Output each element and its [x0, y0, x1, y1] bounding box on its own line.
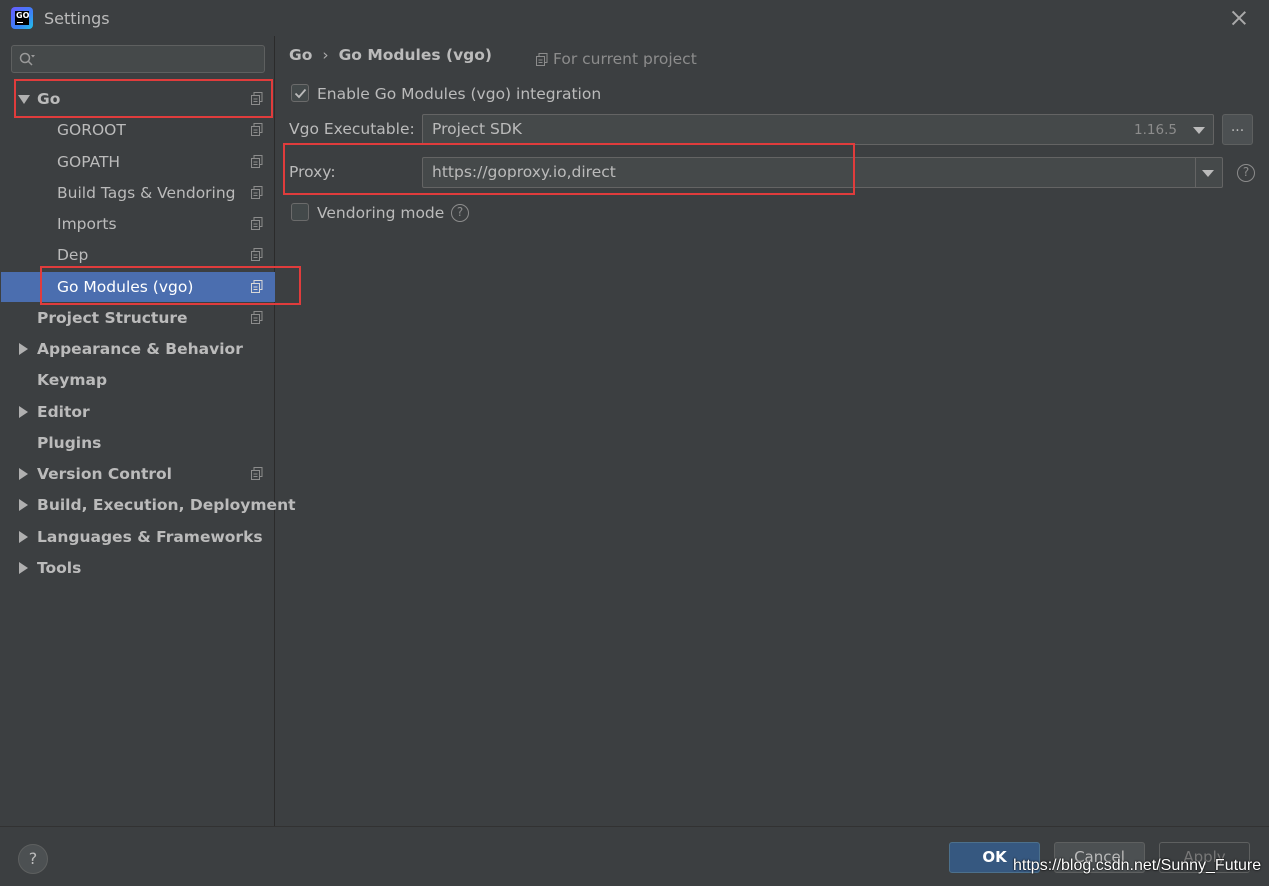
project-scope-icon [251, 217, 263, 230]
checkmark-icon [294, 88, 307, 99]
sidebar-item-gopath[interactable]: GOPATH [1, 147, 275, 177]
collapsed-arrow-icon[interactable] [19, 406, 28, 418]
scope-label: For current project [553, 50, 697, 68]
collapsed-arrow-icon[interactable] [19, 562, 28, 574]
sidebar-item-go[interactable]: Go [1, 84, 275, 114]
collapsed-arrow-icon[interactable] [19, 468, 28, 480]
expanded-arrow-icon[interactable] [18, 95, 30, 104]
vgo-executable-value: Project SDK [432, 120, 522, 138]
sidebar-item-dep[interactable]: Dep [1, 240, 275, 270]
chevron-down-icon [1193, 127, 1205, 134]
project-scope-icon [536, 53, 548, 66]
logo-text: GO [16, 11, 30, 20]
sidebar-item-tools[interactable]: Tools [1, 553, 275, 583]
project-scope-icon [251, 248, 263, 261]
chevron-down-icon[interactable] [1202, 170, 1214, 177]
vendoring-mode-label[interactable]: Vendoring mode [317, 204, 444, 222]
sidebar-item-go-modules[interactable]: Go Modules (vgo) [1, 272, 275, 302]
project-scope-icon [251, 280, 263, 293]
sidebar-item-build-execution[interactable]: Build, Execution, Deployment [1, 490, 296, 520]
help-button[interactable]: ? [18, 844, 48, 874]
proxy-value: https://goproxy.io,direct [432, 163, 616, 181]
browse-button[interactable]: ... [1222, 114, 1253, 145]
window-title: Settings [44, 9, 110, 28]
breadcrumb-parent[interactable]: Go [289, 46, 312, 64]
sidebar-item-project-structure[interactable]: Project Structure [1, 303, 275, 333]
enable-modules-checkbox[interactable] [291, 84, 309, 102]
sidebar-item-plugins[interactable]: Plugins [1, 428, 275, 458]
project-scope-icon [251, 311, 263, 324]
sidebar-item-appearance[interactable]: Appearance & Behavior [1, 334, 275, 364]
sidebar-item-imports[interactable]: Imports [1, 209, 275, 239]
goland-logo-icon: GO [11, 7, 33, 29]
sidebar-item-goroot[interactable]: GOROOT [1, 115, 275, 145]
collapsed-arrow-icon[interactable] [19, 531, 28, 543]
search-input[interactable] [11, 45, 265, 73]
search-icon [19, 52, 35, 66]
collapsed-arrow-icon[interactable] [19, 343, 28, 355]
sidebar-item-build-tags[interactable]: Build Tags & Vendoring [1, 178, 275, 208]
project-scope-icon [251, 92, 263, 105]
scope-indicator: For current project [536, 50, 697, 68]
proxy-input[interactable]: https://goproxy.io,direct [422, 157, 1223, 188]
sidebar-item-keymap[interactable]: Keymap [1, 365, 275, 395]
vgo-executable-label: Vgo Executable: [289, 120, 415, 138]
breadcrumb-current: Go Modules (vgo) [338, 46, 493, 64]
help-icon[interactable]: ? [1237, 164, 1255, 182]
sdk-version: 1.16.5 [1134, 122, 1177, 138]
breadcrumb: Go › Go Modules (vgo) [289, 46, 492, 64]
dialog-footer: ? OK Cancel Apply [0, 826, 1269, 886]
watermark: https://blog.csdn.net/Sunny_Future [1013, 857, 1262, 874]
proxy-label: Proxy: [289, 163, 336, 181]
vgo-executable-select[interactable]: Project SDK 1.16.5 [422, 114, 1214, 145]
help-icon[interactable]: ? [451, 204, 469, 222]
project-scope-icon [251, 123, 263, 136]
title-bar: GO Settings [0, 0, 1269, 36]
project-scope-icon [251, 467, 263, 480]
collapsed-arrow-icon[interactable] [19, 499, 28, 511]
settings-sidebar: Go GOROOT GOPATH Build Tags & Vendoring … [1, 36, 296, 826]
close-icon[interactable] [1228, 7, 1250, 29]
project-scope-icon [251, 155, 263, 168]
sidebar-item-version-control[interactable]: Version Control [1, 459, 275, 489]
enable-modules-label[interactable]: Enable Go Modules (vgo) integration [317, 85, 601, 103]
project-scope-icon [251, 186, 263, 199]
breadcrumb-separator: › [322, 46, 329, 64]
vendoring-mode-checkbox[interactable] [291, 203, 309, 221]
sidebar-item-languages[interactable]: Languages & Frameworks [1, 522, 275, 552]
sidebar-item-editor[interactable]: Editor [1, 397, 275, 427]
